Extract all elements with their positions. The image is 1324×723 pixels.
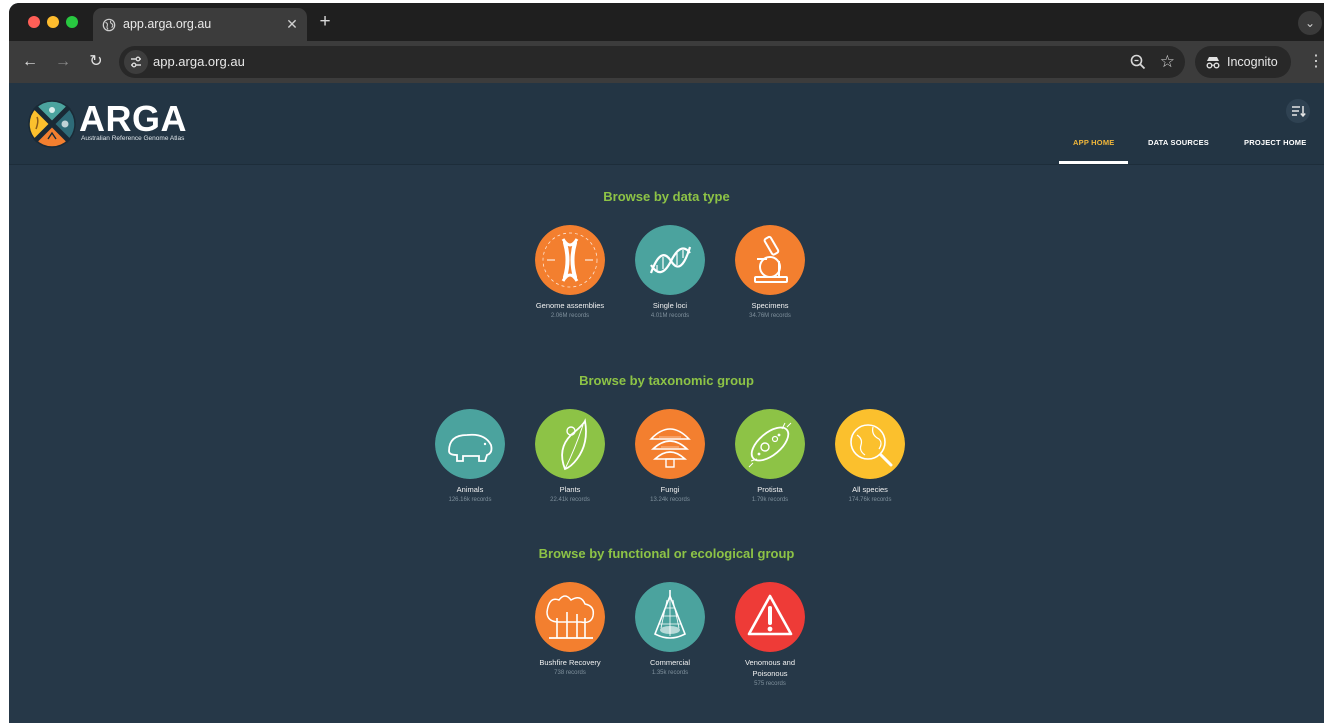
section-title-taxonomic-group: Browse by taxonomic group: [579, 373, 754, 388]
tile-label: Fungi: [660, 485, 680, 494]
active-nav-indicator: [1059, 161, 1128, 164]
tile-count: 174.76k records: [848, 497, 892, 503]
tile-single-loci[interactable]: Single loci 4.01M records: [620, 225, 720, 321]
site-info-icon[interactable]: [124, 50, 148, 74]
tile-label: Bushfire Recovery: [539, 658, 601, 667]
arga-logo-icon[interactable]: [27, 99, 77, 149]
address-bar[interactable]: app.arga.org.au ☆: [119, 46, 1185, 78]
section-title-functional-group: Browse by functional or ecological group: [538, 546, 795, 561]
tile-genome-assemblies[interactable]: Genome assemblies 2.06M records: [520, 225, 620, 321]
tile-venomous-and-poisonous[interactable]: Venomous and Poisonous 575 records: [720, 582, 820, 689]
tile-count: 4.01M records: [650, 313, 690, 319]
tile-fungi[interactable]: Fungi 13.24k records: [620, 409, 720, 505]
tab-title: app.arga.org.au: [123, 17, 212, 31]
tile-count: 738 records: [554, 670, 586, 676]
tile-label: Specimens: [751, 301, 789, 310]
tile-commercial[interactable]: Commercial 1.35k records: [620, 582, 720, 678]
tile-label: Commercial: [649, 658, 690, 667]
tile-label: Plants: [559, 485, 581, 494]
forward-arrow-icon[interactable]: →: [53, 52, 73, 72]
back-arrow-icon[interactable]: ←: [20, 52, 40, 72]
reload-icon[interactable]: ↻: [86, 52, 106, 72]
site-header: ARGA Australian Reference Genome Atlas A…: [9, 83, 1324, 165]
incognito-icon: [1206, 57, 1220, 69]
browser-toolbar: ← → ↻ app.arga.org.au ☆ Incognito ⋮: [9, 41, 1324, 83]
tile-label: Venomous and Poisonous: [744, 658, 796, 678]
section-title-data-type: Browse by data type: [603, 189, 730, 204]
sort-icon: [1292, 106, 1306, 118]
tile-count: 13.24k records: [650, 497, 690, 503]
protist-icon: [735, 409, 805, 479]
close-window-button[interactable]: [28, 16, 40, 28]
nav-data-sources[interactable]: DATA SOURCES: [1148, 138, 1209, 147]
tile-protista[interactable]: Protista 1.79k records: [720, 409, 820, 505]
sort-menu-button[interactable]: [1286, 99, 1310, 123]
browser-tab[interactable]: app.arga.org.au ✕: [93, 8, 307, 41]
dna-icon: [635, 225, 705, 295]
logo-subtitle: Australian Reference Genome Atlas: [81, 135, 185, 142]
tile-label: Genome assemblies: [535, 301, 605, 310]
page-content: ARGA Australian Reference Genome Atlas A…: [9, 83, 1324, 723]
new-tab-button[interactable]: +: [315, 12, 335, 32]
microscope-icon: [735, 225, 805, 295]
tile-all-species[interactable]: All species 174.76k records: [820, 409, 920, 505]
tile-count: 1.79k records: [751, 497, 789, 503]
globe-search-icon: [835, 409, 905, 479]
tile-count: 126.16k records: [448, 497, 492, 503]
nav-project-home[interactable]: PROJECT HOME: [1244, 138, 1306, 147]
tile-label: Animals: [456, 485, 484, 494]
tile-label: Single loci: [652, 301, 688, 310]
warning-icon: [735, 582, 805, 652]
incognito-label: Incognito: [1227, 55, 1278, 69]
bookmark-star-icon[interactable]: ☆: [1160, 51, 1175, 73]
tile-count: 34.76M records: [749, 313, 791, 319]
browser-window: app.arga.org.au ✕ + ⌄ ← → ↻ app.arga.org…: [9, 3, 1324, 723]
burnt-forest-icon: [535, 582, 605, 652]
logo-wordmark[interactable]: ARGA: [79, 101, 187, 137]
maximize-window-button[interactable]: [66, 16, 78, 28]
tile-count: 1.35k records: [651, 670, 689, 676]
leaf-icon: [535, 409, 605, 479]
tile-bushfire-recovery[interactable]: Bushfire Recovery 738 records: [520, 582, 620, 678]
minimize-window-button[interactable]: [47, 16, 59, 28]
tile-specimens[interactable]: Specimens 34.76M records: [720, 225, 820, 321]
tile-animals[interactable]: Animals 126.16k records: [420, 409, 520, 505]
url-text[interactable]: app.arga.org.au: [153, 54, 245, 69]
tile-count: 2.06M records: [550, 313, 590, 319]
tile-label: All species: [852, 485, 888, 494]
zoom-icon[interactable]: [1129, 53, 1147, 71]
tile-count: 575 records: [754, 681, 786, 687]
chromosome-icon: [535, 225, 605, 295]
nav-app-home[interactable]: APP HOME: [1073, 138, 1114, 147]
incognito-badge[interactable]: Incognito: [1195, 46, 1291, 78]
globe-icon: [102, 18, 116, 32]
tab-strip: app.arga.org.au ✕ + ⌄: [9, 3, 1324, 41]
tile-label: Protista: [757, 485, 783, 494]
close-tab-icon[interactable]: ✕: [283, 15, 301, 33]
mushroom-icon: [635, 409, 705, 479]
tab-search-chevron-icon[interactable]: ⌄: [1298, 11, 1322, 35]
browser-menu-icon[interactable]: ⋮: [1308, 52, 1324, 72]
wombat-icon: [435, 409, 505, 479]
tile-count: 22.41k records: [550, 497, 590, 503]
fishing-net-icon: [635, 582, 705, 652]
tile-plants[interactable]: Plants 22.41k records: [520, 409, 620, 505]
